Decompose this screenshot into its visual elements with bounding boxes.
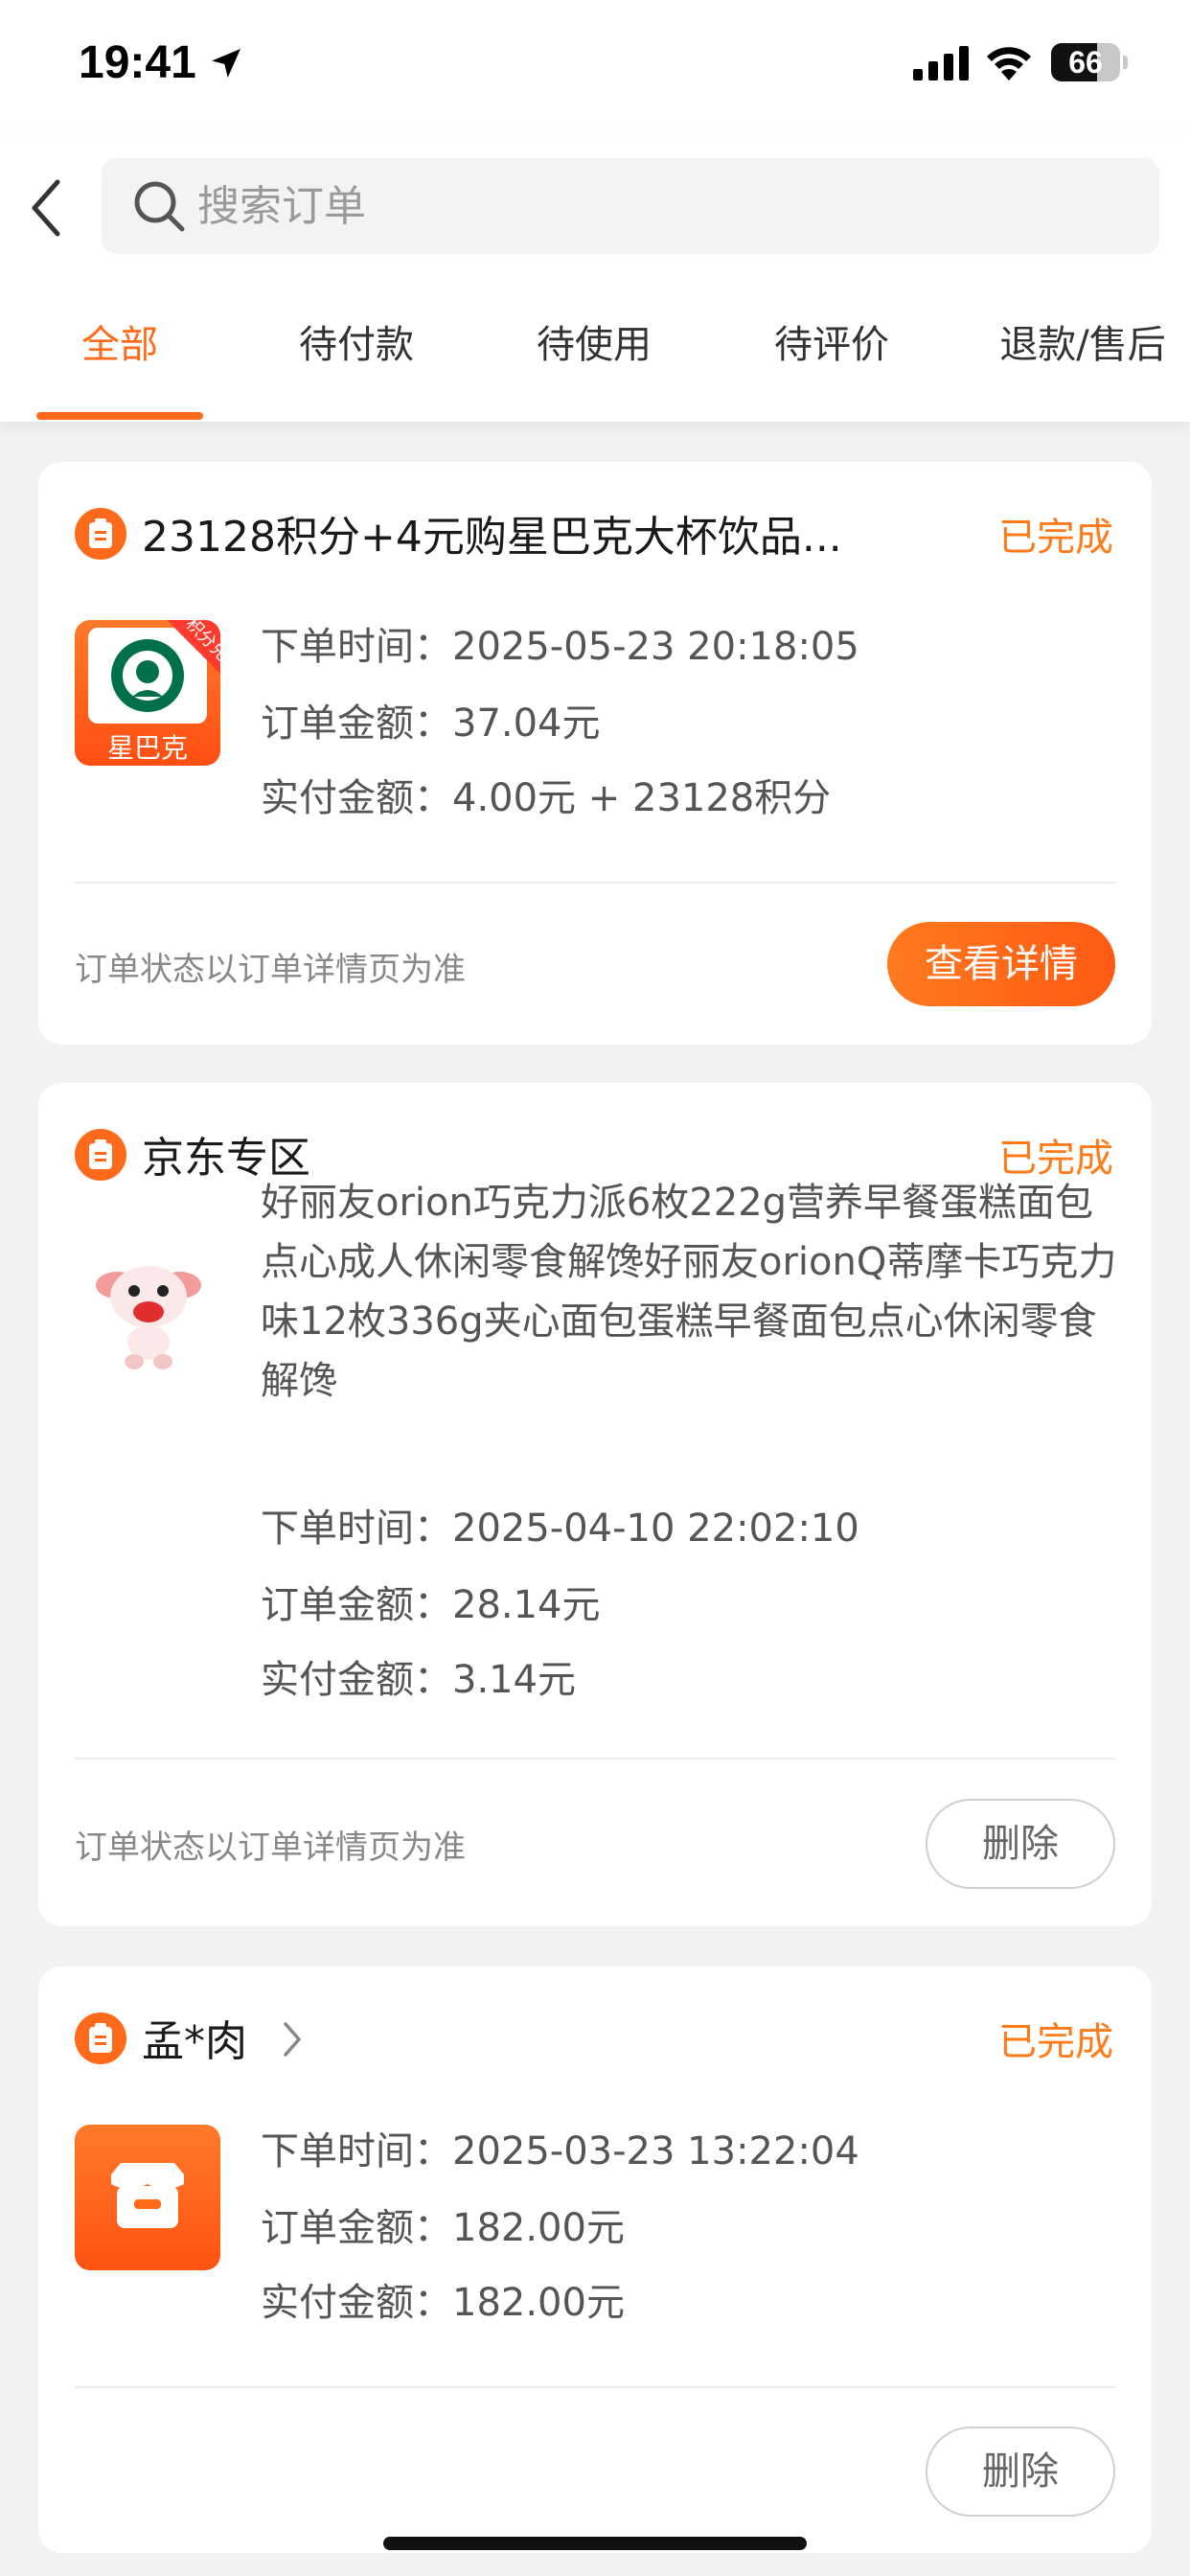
delete-button[interactable]: 删除 [926, 1799, 1115, 1889]
status-time: 19:41 [79, 37, 196, 88]
back-icon[interactable] [27, 174, 65, 242]
delete-button[interactable]: 删除 [926, 2426, 1115, 2517]
order-time: 下单时间：2025-05-23 20:18:05 [261, 625, 859, 669]
home-indicator [383, 2537, 807, 2550]
tab-refund[interactable]: 退款/售后 [977, 311, 1188, 379]
product-description[interactable]: 好丽友orion巧克力派6枚222g营养早餐蛋糕面包点心成人休闲零食解馋好丽友o… [261, 1173, 1123, 1411]
order-icon [75, 1129, 126, 1181]
tab-indicator [36, 412, 203, 420]
jd-dog-mascot-icon[interactable] [75, 1241, 220, 1387]
order-status: 已完成 [998, 2020, 1113, 2064]
divider [75, 1758, 1115, 1760]
order-card[interactable]: 京东专区 已完成 好丽友orion巧克力派6枚222g营养早餐蛋糕面包点心成人休… [38, 1083, 1152, 1926]
order-status: 已完成 [998, 516, 1113, 560]
order-title[interactable]: 23128积分+4元购星巴克大杯饮品... [142, 502, 842, 564]
store-name[interactable]: 孟*肉 [142, 2007, 247, 2068]
search-input[interactable] [197, 158, 1060, 254]
location-arrow-icon [212, 49, 240, 78]
order-note: 订单状态以订单详情页为准 [75, 1828, 466, 1867]
signal-icon [913, 46, 969, 80]
battery-icon: 66 [1051, 43, 1128, 81]
store-thumbnail[interactable] [75, 2125, 220, 2270]
header: 全部 待付款 待使用 待评价 退款/售后 [0, 134, 1190, 422]
order-amount: 订单金额：28.14元 [261, 1583, 601, 1627]
tab-all[interactable]: 全部 [46, 311, 194, 379]
tab-to-use[interactable]: 待使用 [517, 311, 671, 379]
divider [75, 2386, 1115, 2388]
view-details-button[interactable]: 查看详情 [887, 922, 1115, 1006]
paid-amount: 实付金额：3.14元 [261, 1658, 577, 1702]
order-time: 下单时间：2025-04-10 22:02:10 [261, 1506, 859, 1551]
order-time: 下单时间：2025-03-23 13:22:04 [261, 2129, 859, 2174]
paid-amount: 实付金额：182.00元 [261, 2281, 625, 2325]
status-bar: 19:41 66 [0, 0, 1190, 134]
order-card[interactable]: 孟*肉 已完成 下单时间：2025-03-23 13:22:04 订单金额：18… [38, 1966, 1152, 2553]
thumb-caption: 星巴克 [106, 732, 188, 764]
wifi-icon [987, 47, 1031, 80]
order-amount: 订单金额：37.04元 [261, 702, 601, 746]
storefront-icon [111, 2163, 184, 2228]
divider [75, 882, 1115, 884]
order-icon [75, 508, 126, 560]
order-note: 订单状态以订单详情页为准 [75, 951, 466, 989]
order-icon [75, 2012, 126, 2064]
order-card[interactable]: 23128积分+4元购星巴克大杯饮品... 已完成 积分兑 星巴克 下单时间：2… [38, 462, 1152, 1045]
chevron-right-icon[interactable] [280, 2018, 305, 2060]
tab-to-review[interactable]: 待评价 [755, 311, 908, 379]
tab-pending-payment[interactable]: 待付款 [280, 311, 433, 379]
search-box[interactable] [102, 158, 1159, 254]
search-icon [134, 181, 185, 232]
paid-amount: 实付金额：4.00元 + 23128积分 [261, 776, 832, 820]
starbucks-thumbnail[interactable]: 积分兑 星巴克 [75, 620, 220, 766]
battery-level: 66 [1068, 45, 1103, 80]
order-amount: 订单金额：182.00元 [261, 2206, 625, 2250]
